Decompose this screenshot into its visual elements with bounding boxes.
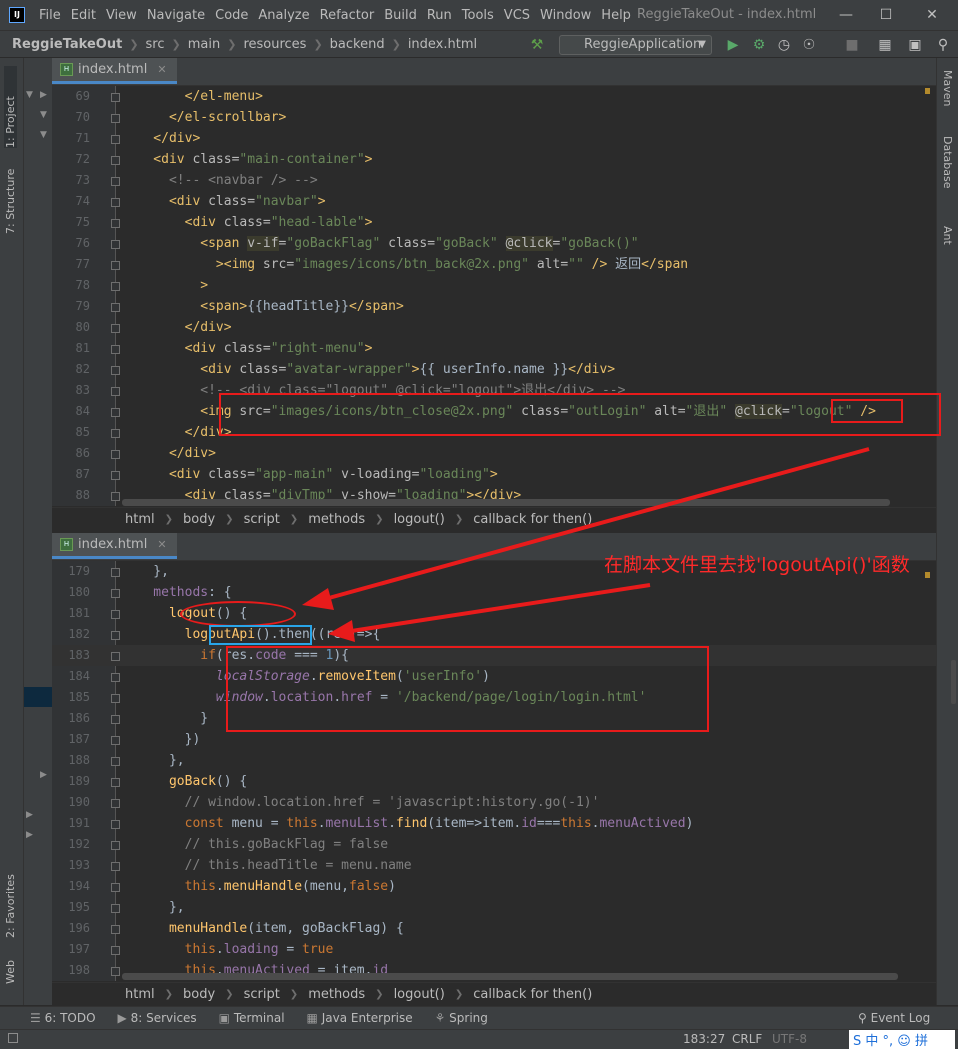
line-separator[interactable]: CRLF <box>732 1032 762 1046</box>
tool-window-bar: ☰ 6: TODO ▶ 8: Services ▣ Terminal ▦ Java E… <box>0 1006 958 1029</box>
arrow-head-icon <box>328 620 355 642</box>
event-log-label: Event Log <box>870 1011 931 1025</box>
tool-button-3[interactable]: ▦ Java Enterprise <box>307 1011 413 1025</box>
terminal-icon: ▣ <box>218 1011 234 1025</box>
arrow-to-logout <box>317 447 870 603</box>
tool-button-0[interactable]: ☰ 6: TODO <box>30 1011 96 1025</box>
tool-button-2[interactable]: ▣ Terminal <box>219 1011 285 1025</box>
tool-label: 6: TODO <box>44 1011 96 1025</box>
tool-label: Java Enterprise <box>321 1011 413 1025</box>
tool-label: Spring <box>449 1011 488 1025</box>
arrow-to-logoutapi <box>344 583 651 634</box>
arrow-head-icon <box>302 588 334 610</box>
services-icon: ▶ <box>117 1011 131 1025</box>
list-icon: ☰ <box>30 1011 45 1025</box>
event-log-icon: ⚲ <box>858 1011 871 1025</box>
ime-indicator[interactable]: S 中 °, ☺ 拼 <box>849 1030 955 1049</box>
java-enterprise-icon: ▦ <box>306 1011 322 1025</box>
tool-label: Terminal <box>233 1011 285 1025</box>
annotation-arrows <box>302 447 870 642</box>
tool-windows-toggle-icon[interactable] <box>8 1033 18 1043</box>
tool-label: 8: Services <box>130 1011 197 1025</box>
status-bar: 183:27 CRLF UTF-8 S 中 °, ☺ 拼 <box>0 1029 958 1049</box>
tool-button-4[interactable]: ⚘ Spring <box>435 1011 488 1025</box>
spring-icon: ⚘ <box>434 1011 450 1025</box>
file-encoding[interactable]: UTF-8 <box>772 1032 807 1046</box>
event-log-button[interactable]: ⚲ Event Log <box>858 1011 930 1025</box>
caret-position[interactable]: 183:27 <box>683 1032 725 1046</box>
tool-button-1[interactable]: ▶ 8: Services <box>118 1011 197 1025</box>
